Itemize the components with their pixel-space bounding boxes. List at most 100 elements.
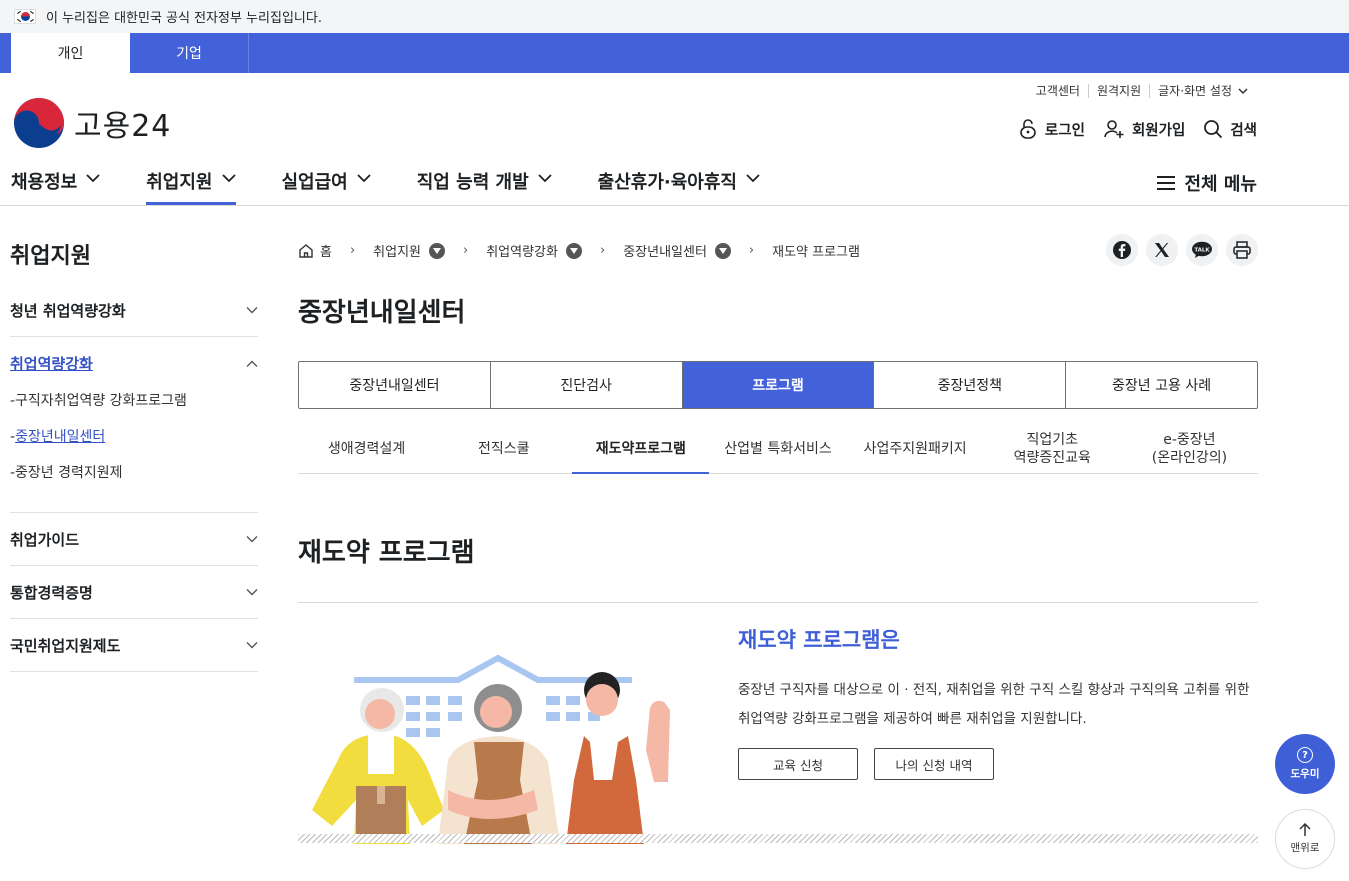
gnb-label: 출산휴가·육아휴직 (597, 172, 737, 193)
share-toolbar: TALK (1098, 234, 1258, 266)
user-type-bar: 개인 기업 (0, 33, 1349, 73)
logo-text: 고용24 (74, 109, 172, 144)
hamburger-icon (1157, 176, 1176, 190)
section-divider (298, 602, 1258, 603)
util-link-customer-center[interactable]: 고객센터 (1028, 84, 1088, 98)
print-icon[interactable] (1226, 234, 1258, 266)
sidebar-subitem-career-support[interactable]: -중장년 경력지원제 (10, 462, 258, 498)
login-label: 로그인 (1044, 122, 1085, 139)
breadcrumb-employment-support[interactable]: 취업지원 (373, 241, 446, 260)
all-menu-button[interactable]: 전체 메뉴 (1157, 170, 1257, 196)
gnb-label: 직업 능력 개발 (416, 172, 529, 193)
tab-midcareer-policy[interactable]: 중장년정책 (873, 362, 1065, 408)
sidebar-subitem-midcareer-center[interactable]: -중장년내일센터 (10, 426, 258, 462)
gnb-item-unemployment-benefits[interactable]: 실업급여 (282, 160, 371, 205)
chevron-down-icon (538, 174, 552, 183)
chevron-down-icon (357, 174, 371, 183)
sidebar-menu: 청년 취업역량강화 취업역량강화 -구직자취업역량 강화프로그램 -중장년내일센… (10, 284, 258, 672)
gov-banner-text: 이 누리집은 대한민국 공식 전자정부 누리집입니다. (46, 11, 322, 26)
search-label: 검색 (1230, 122, 1257, 139)
chevron-up-icon (246, 360, 258, 367)
chevron-right-icon: › (748, 243, 755, 258)
lock-icon (1020, 119, 1036, 139)
subtab-lifecycle-career[interactable]: 생애경력설계 (298, 425, 435, 473)
chevron-down-icon (246, 642, 258, 649)
gnb-label: 채용정보 (11, 172, 78, 193)
tab-employment-cases[interactable]: 중장년 고용 사례 (1065, 362, 1257, 408)
util-link-remote-support[interactable]: 원격지원 (1087, 84, 1149, 98)
main-tabs: 중장년내일센터 진단검사 프로그램 중장년정책 중장년 고용 사례 (298, 361, 1258, 409)
tab-diagnostic-test[interactable]: 진단검사 (489, 362, 682, 408)
breadcrumb-capacity-building[interactable]: 취업역량강화 (486, 241, 582, 260)
sidebar-submenu: -구직자취업역량 강화프로그램 -중장년내일센터 -중장년 경력지원제 (10, 390, 258, 513)
subtab-transition-school[interactable]: 전직스쿨 (435, 425, 572, 473)
my-applications-button[interactable]: 나의 신청 내역 (874, 748, 994, 780)
site-logo[interactable]: 고용24 (13, 97, 171, 149)
breadcrumb: 홈 › 취업지원 › 취업역량강화 › 중장년내일센터 › 재도약 프로그램 (298, 241, 860, 260)
util-link-display-settings[interactable]: 글자·화면 설정 (1149, 84, 1257, 98)
user-add-icon (1104, 120, 1124, 138)
login-button[interactable]: 로그인 (1018, 118, 1085, 140)
dropdown-toggle-icon[interactable] (429, 242, 446, 259)
help-icon: ? (1297, 747, 1313, 763)
arrow-up-icon (1299, 823, 1311, 836)
gnb-label: 실업급여 (281, 172, 348, 193)
sidebar-item-label: 취업역량강화 (10, 355, 93, 373)
sidebar-item-youth-capacity[interactable]: 청년 취업역량강화 (10, 284, 258, 337)
apply-education-button[interactable]: 교육 신청 (738, 748, 858, 780)
sidebar-subitem-jobseeker-program[interactable]: -구직자취업역량 강화프로그램 (10, 390, 258, 426)
breadcrumb-label: 홈 (320, 245, 332, 260)
tab-personal[interactable]: 개인 (11, 33, 130, 73)
subtab-online-lecture[interactable]: e-중장년 (온라인강의) (1121, 425, 1258, 473)
gnb-item-job-info[interactable]: 채용정보 (11, 160, 100, 205)
scroll-top-label: 맨위로 (1290, 842, 1320, 854)
tab-corporate[interactable]: 기업 (130, 33, 249, 73)
facebook-icon[interactable] (1106, 234, 1138, 266)
scroll-top-button[interactable]: 맨위로 (1275, 809, 1335, 869)
breadcrumb-home[interactable]: 홈 (298, 241, 332, 260)
subtab-employer-package[interactable]: 사업주지원패키지 (847, 425, 984, 473)
breadcrumb-label: 재도약 프로그램 (772, 245, 860, 260)
program-illustration (298, 650, 698, 844)
chevron-right-icon: › (349, 243, 356, 258)
helper-button[interactable]: ? 도우미 (1275, 734, 1335, 794)
svg-text:TALK: TALK (1194, 247, 1210, 253)
tab-program[interactable]: 프로그램 (681, 362, 874, 408)
subtab-industry-service[interactable]: 산업별 특화서비스 (709, 425, 846, 473)
helper-label: 도우미 (1290, 768, 1320, 780)
kakaotalk-icon[interactable]: TALK (1186, 234, 1218, 266)
breadcrumb-midcareer-center[interactable]: 중장년내일센터 (623, 241, 731, 260)
sidebar-item-career-certificate[interactable]: 통합경력증명 (10, 566, 258, 619)
x-icon[interactable] (1146, 234, 1178, 266)
korea-flag-icon (14, 9, 36, 24)
sidebar-item-capacity-building[interactable]: 취업역량강화 (10, 337, 258, 390)
all-menu-label: 전체 메뉴 (1184, 174, 1257, 195)
dropdown-toggle-icon[interactable] (565, 242, 582, 259)
chevron-down-icon (246, 536, 258, 543)
dropdown-toggle-icon[interactable] (714, 242, 731, 259)
gnb-item-employment-support[interactable]: 취업지원 (146, 160, 236, 205)
signup-button[interactable]: 회원가입 (1103, 119, 1185, 140)
sidebar-item-label: 국민취업지원제도 (10, 636, 121, 655)
breadcrumb-label: 중장년내일센터 (623, 245, 707, 260)
subtab-restart-program[interactable]: 재도약프로그램 (572, 425, 710, 474)
breadcrumb-label: 취업역량강화 (486, 245, 558, 260)
tab-midcareer-center[interactable]: 중장년내일센터 (299, 362, 490, 408)
subtab-basic-competency[interactable]: 직업기초 역량증진교육 (984, 425, 1121, 473)
chevron-down-icon (86, 174, 100, 183)
breadcrumb-current: 재도약 프로그램 (772, 241, 860, 260)
chevron-down-icon (746, 174, 760, 183)
member-links: 로그인 회원가입 검색 (1000, 118, 1257, 140)
sidebar-item-national-employment-support[interactable]: 국민취업지원제도 (10, 619, 258, 672)
sidebar-title: 취업지원 (10, 244, 91, 269)
section-title: 재도약 프로그램 (298, 538, 475, 568)
sidebar-item-job-guide[interactable]: 취업가이드 (10, 513, 258, 566)
chevron-down-icon (1238, 88, 1248, 95)
sidebar-item-label: 통합경력증명 (10, 583, 93, 602)
chevron-right-icon: › (463, 243, 469, 258)
search-button[interactable]: 검색 (1203, 119, 1257, 140)
gnb-item-parental-leave[interactable]: 출산휴가·육아휴직 (598, 160, 760, 205)
page-title: 중장년내일센터 (298, 298, 466, 328)
gnb-item-vocational-training[interactable]: 직업 능력 개발 (417, 160, 552, 205)
display-settings-label: 글자·화면 설정 (1158, 84, 1232, 98)
